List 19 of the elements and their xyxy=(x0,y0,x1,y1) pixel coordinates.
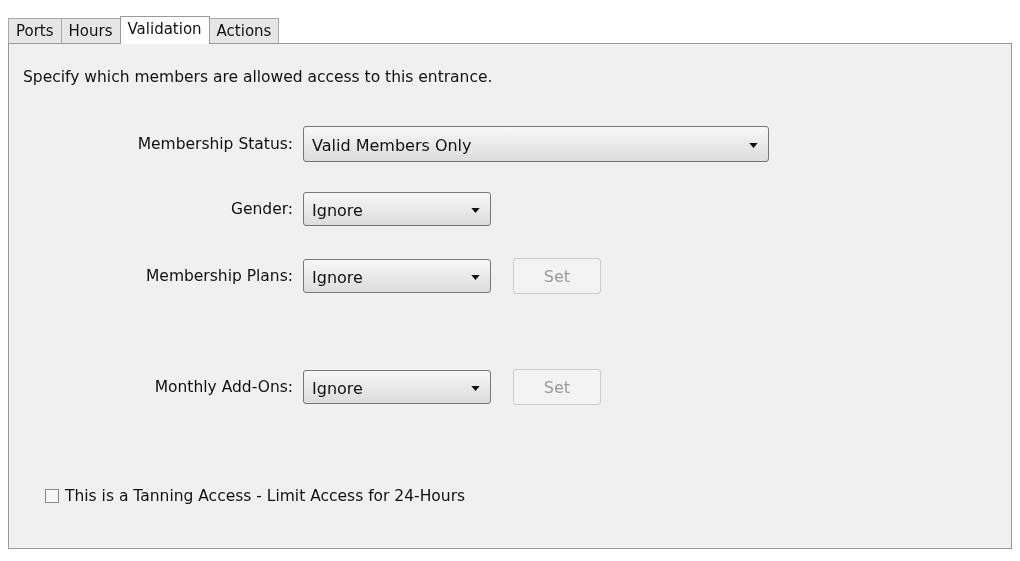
field-label: Gender: xyxy=(229,200,294,218)
tab[interactable]: Actions xyxy=(208,18,280,43)
field-label: Monthly Add-Ons: xyxy=(153,378,294,396)
dropdown[interactable]: Ignore xyxy=(303,259,491,293)
field-label: Membership Status: xyxy=(136,135,294,153)
description-text: Specify which members are allowed access to this entrance. xyxy=(23,68,494,86)
checkbox-label: This is a Tanning Access - Limit Access for 24-Hours xyxy=(65,487,466,505)
caret-icon xyxy=(471,385,480,391)
caret-icon xyxy=(749,142,758,148)
tab[interactable]: Ports xyxy=(8,18,62,43)
dropdown[interactable]: Valid Members Only xyxy=(303,126,769,162)
caret-icon xyxy=(471,207,480,213)
caret-icon xyxy=(471,274,480,280)
tab[interactable]: Validation xyxy=(119,16,210,44)
checkbox[interactable] xyxy=(45,489,59,503)
dropdown[interactable]: Ignore xyxy=(303,370,491,404)
field-label: Membership Plans: xyxy=(145,267,294,285)
dropdown[interactable]: Ignore xyxy=(303,192,491,226)
tab[interactable]: Hours xyxy=(60,18,121,43)
